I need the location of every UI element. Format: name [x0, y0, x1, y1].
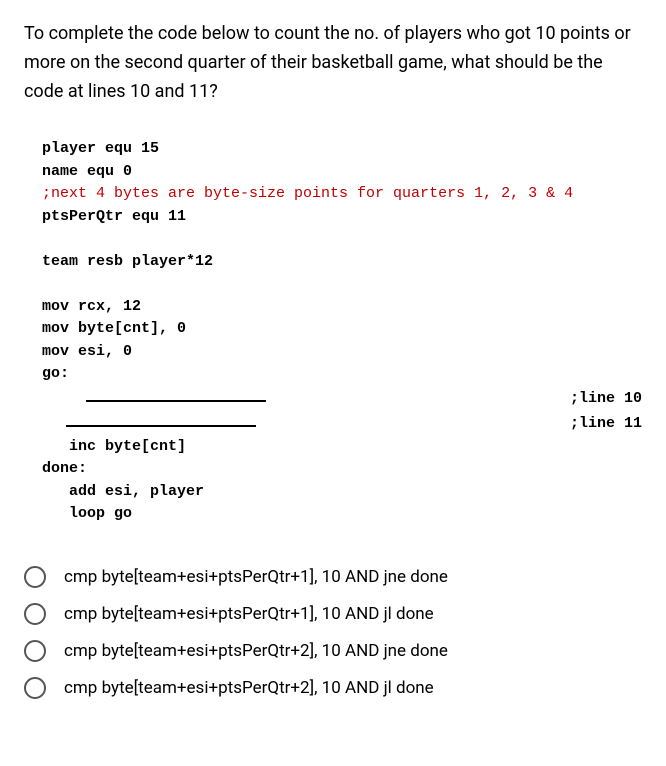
option-b[interactable]: cmp byte[team+esi+ptsPerQtr+1], 10 AND j…: [24, 603, 642, 625]
code-blank-line: [42, 228, 642, 251]
line-10-label: ;line 10: [510, 388, 642, 411]
option-c[interactable]: cmp byte[team+esi+ptsPerQtr+2], 10 AND j…: [24, 640, 642, 662]
radio-icon: [24, 640, 46, 662]
code-line: team resb player*12: [42, 251, 642, 274]
code-block: player equ 15 name equ 0 ;next 4 bytes a…: [24, 138, 642, 526]
blank-line-10: [86, 386, 266, 403]
option-a[interactable]: cmp byte[team+esi+ptsPerQtr+1], 10 AND j…: [24, 566, 642, 588]
code-comment: ;next 4 bytes are byte-size points for q…: [42, 183, 642, 206]
option-text: cmp byte[team+esi+ptsPerQtr+1], 10 AND j…: [64, 567, 448, 587]
line-11-label: ;line 11: [510, 413, 642, 436]
code-line: mov esi, 0: [42, 341, 642, 364]
option-text: cmp byte[team+esi+ptsPerQtr+2], 10 AND j…: [64, 641, 448, 661]
code-line: add esi, player: [42, 481, 642, 504]
radio-icon: [24, 677, 46, 699]
blank-line-11: [66, 411, 256, 428]
code-line: ptsPerQtr equ 11: [42, 206, 642, 229]
code-line: mov rcx, 12: [42, 296, 642, 319]
question-text: To complete the code below to count the …: [24, 20, 642, 106]
code-line: done:: [42, 458, 642, 481]
blank-row-10: ;line 10: [42, 386, 642, 411]
blank-row-11: ;line 11: [42, 411, 642, 436]
code-line: player equ 15: [42, 138, 642, 161]
option-d[interactable]: cmp byte[team+esi+ptsPerQtr+2], 10 AND j…: [24, 677, 642, 699]
code-line: loop go: [42, 503, 642, 526]
options-list: cmp byte[team+esi+ptsPerQtr+1], 10 AND j…: [24, 566, 642, 699]
code-line: go:: [42, 363, 642, 386]
radio-icon: [24, 603, 46, 625]
code-line: name equ 0: [42, 161, 642, 184]
radio-icon: [24, 566, 46, 588]
code-line: mov byte[cnt], 0: [42, 318, 642, 341]
option-text: cmp byte[team+esi+ptsPerQtr+1], 10 AND j…: [64, 604, 434, 624]
code-blank-line: [42, 273, 642, 296]
option-text: cmp byte[team+esi+ptsPerQtr+2], 10 AND j…: [64, 678, 434, 698]
code-line: inc byte[cnt]: [42, 436, 642, 459]
